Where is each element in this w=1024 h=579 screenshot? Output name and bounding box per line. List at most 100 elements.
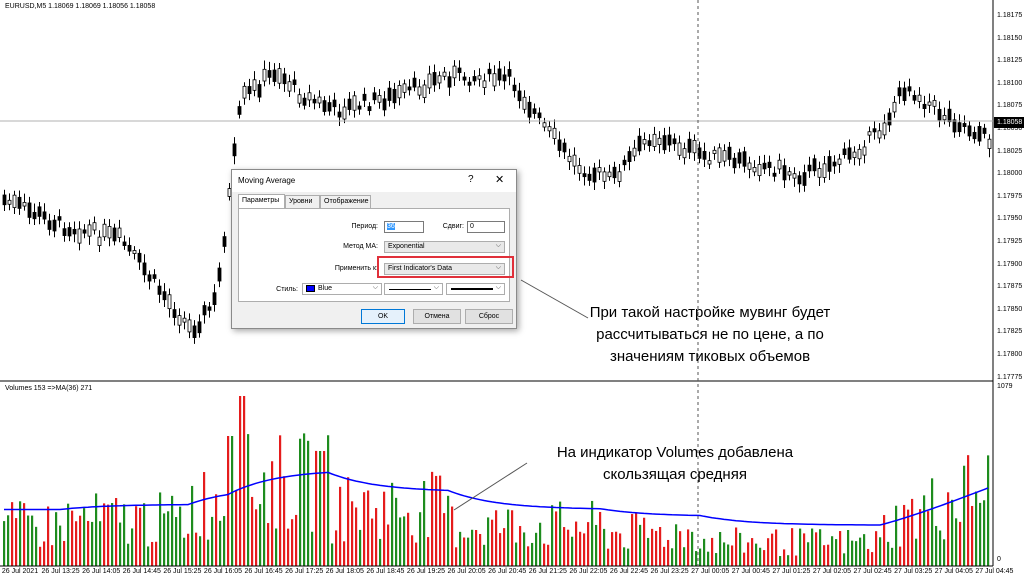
volume-bar (983, 500, 986, 566)
time-tick-label: 27 Jul 02:45 (853, 568, 892, 575)
volume-bar (211, 516, 214, 566)
volume-bar (127, 543, 130, 566)
candle-body (727, 146, 732, 160)
price-tick-label: 1.18150 (997, 34, 1023, 42)
candle-body (142, 262, 147, 276)
candle-body (147, 274, 152, 282)
price-tick-label: 1.17950 (997, 215, 1023, 223)
candle-body (482, 80, 487, 88)
method-select[interactable]: Exponential ⌵ (384, 241, 505, 253)
shift-input[interactable]: 0 (467, 221, 505, 233)
candle-body (692, 140, 697, 154)
volume-bar (627, 548, 630, 566)
time-tick-label: 26 Jul 20:45 (488, 568, 527, 575)
time-tick-label: 26 Jul 14:05 (82, 568, 121, 575)
volume-bar (599, 511, 602, 566)
period-label: Период: (351, 223, 379, 230)
candle-body (257, 84, 262, 98)
time-tick-label: 26 Jul 19:25 (406, 568, 446, 575)
candle-body (287, 81, 292, 92)
time-tick-label: 26 Jul 17:25 (285, 568, 324, 575)
volume-bar (355, 507, 358, 566)
volume-bar (55, 512, 58, 566)
candle-body (67, 227, 72, 237)
volume-bar (39, 546, 42, 566)
candle-body (82, 229, 87, 234)
volume-bar (639, 524, 642, 566)
candle-body (162, 291, 167, 301)
volume-bar (231, 436, 234, 566)
reset-button[interactable]: Сброс (465, 309, 513, 324)
volume-bar (467, 537, 470, 566)
color-value: Blue (318, 285, 333, 292)
candle-body (567, 155, 572, 163)
candle-body (22, 202, 27, 207)
volume-bar (775, 529, 778, 566)
tab-parameters[interactable]: Параметры (238, 194, 285, 208)
tab-display[interactable]: Отображение (320, 195, 371, 208)
volume-bar (87, 520, 90, 566)
candle-body (307, 92, 312, 101)
volume-bar (67, 503, 70, 566)
candle-body (62, 228, 67, 236)
volume-bar (651, 528, 654, 566)
candle-body (407, 86, 412, 91)
candle-body (262, 68, 267, 82)
volume-bar (187, 533, 190, 566)
volume-bar (827, 544, 830, 566)
candle-body (37, 206, 42, 217)
volume-bar (623, 547, 626, 566)
candle-body (347, 98, 352, 110)
volume-bar (731, 545, 734, 566)
dialog-titlebar[interactable]: Moving Average ? ✕ (232, 170, 516, 192)
time-tick-label: 27 Jul 04:45 (975, 568, 1014, 575)
volume-bar (655, 530, 658, 566)
moving-average-dialog[interactable]: Moving Average ? ✕ Параметры Уровни Отоб… (231, 169, 517, 329)
volume-bar (579, 531, 582, 566)
color-swatch (306, 284, 315, 292)
line-style-select[interactable]: ⌵ (384, 283, 443, 295)
volume-bar (887, 541, 890, 566)
volume-bar (131, 528, 134, 566)
volume-bar (583, 533, 586, 566)
tab-levels[interactable]: Уровни (285, 195, 320, 208)
price-tick-label: 1.17900 (997, 260, 1023, 268)
candle-body (372, 92, 377, 101)
candle-body (172, 309, 177, 318)
candle-body (717, 147, 722, 163)
volume-bar (723, 542, 726, 566)
period-input[interactable]: 36 (384, 221, 424, 233)
candle-body (417, 86, 422, 96)
volume-bar (807, 542, 810, 566)
time-tick-label: 26 Jul 16:05 (203, 568, 243, 575)
candle-body (192, 325, 197, 338)
volume-bar (707, 551, 710, 566)
volume-bar (43, 541, 46, 566)
volume-bar (587, 522, 590, 566)
volume-bar (311, 531, 314, 566)
candle-body (602, 171, 607, 182)
candle-body (77, 228, 82, 244)
close-icon[interactable]: ✕ (495, 173, 504, 186)
help-button[interactable]: ? (468, 174, 474, 185)
candle-body (52, 219, 57, 232)
volumes-pointer-line (453, 462, 528, 511)
volume-bar (31, 515, 34, 566)
volume-bar (839, 531, 842, 566)
candle-body (682, 148, 687, 159)
candle-body (107, 226, 112, 239)
volume-bar (139, 507, 142, 566)
candle-body (852, 151, 857, 158)
volume-bar (247, 434, 250, 566)
volume-bar (943, 539, 946, 566)
candle-body (927, 101, 932, 106)
time-tick-label: 26 Jul 22:45 (609, 568, 649, 575)
line-width-select[interactable]: ⌵ (446, 283, 505, 295)
volume-bar (323, 451, 326, 566)
color-select[interactable]: Blue ⌵ (302, 283, 382, 295)
volume-bar (295, 514, 298, 566)
volume-bar (879, 537, 882, 566)
ok-button[interactable]: OK (361, 309, 405, 324)
cancel-button[interactable]: Отмена (413, 309, 461, 324)
volume-bar (919, 509, 922, 566)
